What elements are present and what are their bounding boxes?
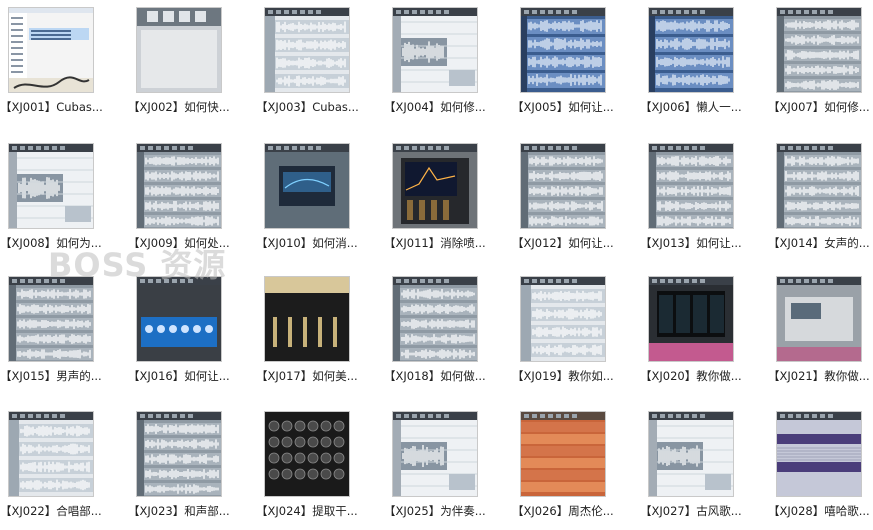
file-name: 【XJ016】如何让... [128, 369, 230, 383]
video-thumbnail[interactable] [137, 144, 221, 228]
video-thumbnail[interactable] [393, 277, 477, 361]
video-thumbnail[interactable] [9, 412, 93, 496]
file-name: 【XJ008】如何为... [0, 236, 102, 250]
video-thumbnail[interactable] [777, 412, 861, 496]
file-item[interactable]: 【XJ007】如何修... [768, 4, 873, 126]
file-name: 【XJ017】如何美... [256, 369, 358, 383]
video-thumbnail[interactable] [265, 277, 349, 361]
file-name: 【XJ011】消除喷... [384, 236, 486, 250]
file-item[interactable]: 【XJ015】男声的... [0, 273, 128, 395]
video-thumbnail[interactable] [521, 412, 605, 496]
file-item[interactable]: 【XJ010】如何消... [256, 140, 384, 262]
video-thumbnail[interactable] [521, 8, 605, 92]
file-name: 【XJ014】女声的... [768, 236, 870, 250]
file-item[interactable]: 【XJ001】Cubas... [0, 4, 128, 126]
file-item[interactable]: 【XJ012】如何让... [512, 140, 640, 262]
video-thumbnail[interactable] [777, 277, 861, 361]
file-name: 【XJ026】周杰伦... [512, 504, 614, 518]
file-item[interactable]: 【XJ023】和声部... [128, 408, 256, 530]
file-item[interactable]: 【XJ020】教你做... [640, 273, 768, 395]
file-item[interactable]: 【XJ003】Cubas... [256, 4, 384, 126]
file-item[interactable]: 【XJ004】如何修... [384, 4, 512, 126]
file-name: 【XJ028】嘻哈歌... [768, 504, 870, 518]
file-item[interactable]: 【XJ018】如何做... [384, 273, 512, 395]
file-name: 【XJ027】古风歌... [640, 504, 742, 518]
file-item[interactable]: 【XJ022】合唱部... [0, 408, 128, 530]
video-thumbnail[interactable] [777, 144, 861, 228]
file-name: 【XJ024】提取干... [256, 504, 358, 518]
video-thumbnail[interactable] [137, 277, 221, 361]
file-name: 【XJ012】如何让... [512, 236, 614, 250]
file-item[interactable]: 【XJ028】嘻哈歌... [768, 408, 873, 530]
file-item[interactable]: 【XJ009】如何处... [128, 140, 256, 262]
file-name: 【XJ003】Cubas... [256, 100, 359, 114]
file-item[interactable]: 【XJ008】如何为... [0, 140, 128, 262]
video-thumbnail[interactable] [393, 8, 477, 92]
file-name: 【XJ002】如何快... [128, 100, 230, 114]
file-name: 【XJ001】Cubas... [0, 100, 103, 114]
file-item[interactable]: 【XJ024】提取干... [256, 408, 384, 530]
file-name: 【XJ018】如何做... [384, 369, 486, 383]
file-name: 【XJ005】如何让... [512, 100, 614, 114]
file-item[interactable]: 【XJ014】女声的... [768, 140, 873, 262]
file-item[interactable]: 【XJ006】懒人一... [640, 4, 768, 126]
video-thumbnail[interactable] [521, 144, 605, 228]
file-item[interactable]: 【XJ025】为伴奏... [384, 408, 512, 530]
video-thumbnail[interactable] [9, 277, 93, 361]
video-thumbnail[interactable] [137, 412, 221, 496]
file-name: 【XJ025】为伴奏... [384, 504, 486, 518]
file-name: 【XJ022】合唱部... [0, 504, 102, 518]
video-thumbnail[interactable] [649, 8, 733, 92]
file-item[interactable]: 【XJ026】周杰伦... [512, 408, 640, 530]
file-name: 【XJ004】如何修... [384, 100, 486, 114]
file-name: 【XJ019】教你如... [512, 369, 614, 383]
file-name: 【XJ023】和声部... [128, 504, 230, 518]
video-thumbnail[interactable] [393, 412, 477, 496]
video-thumbnail[interactable] [9, 8, 93, 92]
video-thumbnail[interactable] [393, 144, 477, 228]
video-thumbnail[interactable] [9, 144, 93, 228]
video-thumbnail[interactable] [649, 412, 733, 496]
file-item[interactable]: 【XJ011】消除喷... [384, 140, 512, 262]
file-name: 【XJ015】男声的... [0, 369, 102, 383]
video-thumbnail[interactable] [137, 8, 221, 92]
file-item[interactable]: 【XJ017】如何美... [256, 273, 384, 395]
file-name: 【XJ006】懒人一... [640, 100, 742, 114]
video-thumbnail[interactable] [265, 144, 349, 228]
video-thumbnail[interactable] [265, 412, 349, 496]
video-thumbnail[interactable] [265, 8, 349, 92]
file-item[interactable]: 【XJ016】如何让... [128, 273, 256, 395]
file-name: 【XJ007】如何修... [768, 100, 870, 114]
file-item[interactable]: 【XJ021】教你做... [768, 273, 873, 395]
video-thumbnail[interactable] [777, 8, 861, 92]
file-name: 【XJ021】教你做... [768, 369, 870, 383]
file-name: 【XJ020】教你做... [640, 369, 742, 383]
file-name: 【XJ010】如何消... [256, 236, 358, 250]
video-thumbnail[interactable] [649, 144, 733, 228]
file-name: 【XJ009】如何处... [128, 236, 230, 250]
file-item[interactable]: 【XJ013】如何让... [640, 140, 768, 262]
file-item[interactable]: 【XJ005】如何让... [512, 4, 640, 126]
file-item[interactable]: 【XJ019】教你如... [512, 273, 640, 395]
file-item[interactable]: 【XJ027】古风歌... [640, 408, 768, 530]
video-thumbnail[interactable] [649, 277, 733, 361]
file-name: 【XJ013】如何让... [640, 236, 742, 250]
thumbnail-grid: 【XJ001】Cubas... 【XJ002】如何快... 【XJ003】Cubas… [0, 0, 873, 522]
file-item[interactable]: 【XJ002】如何快... [128, 4, 256, 126]
video-thumbnail[interactable] [521, 277, 605, 361]
